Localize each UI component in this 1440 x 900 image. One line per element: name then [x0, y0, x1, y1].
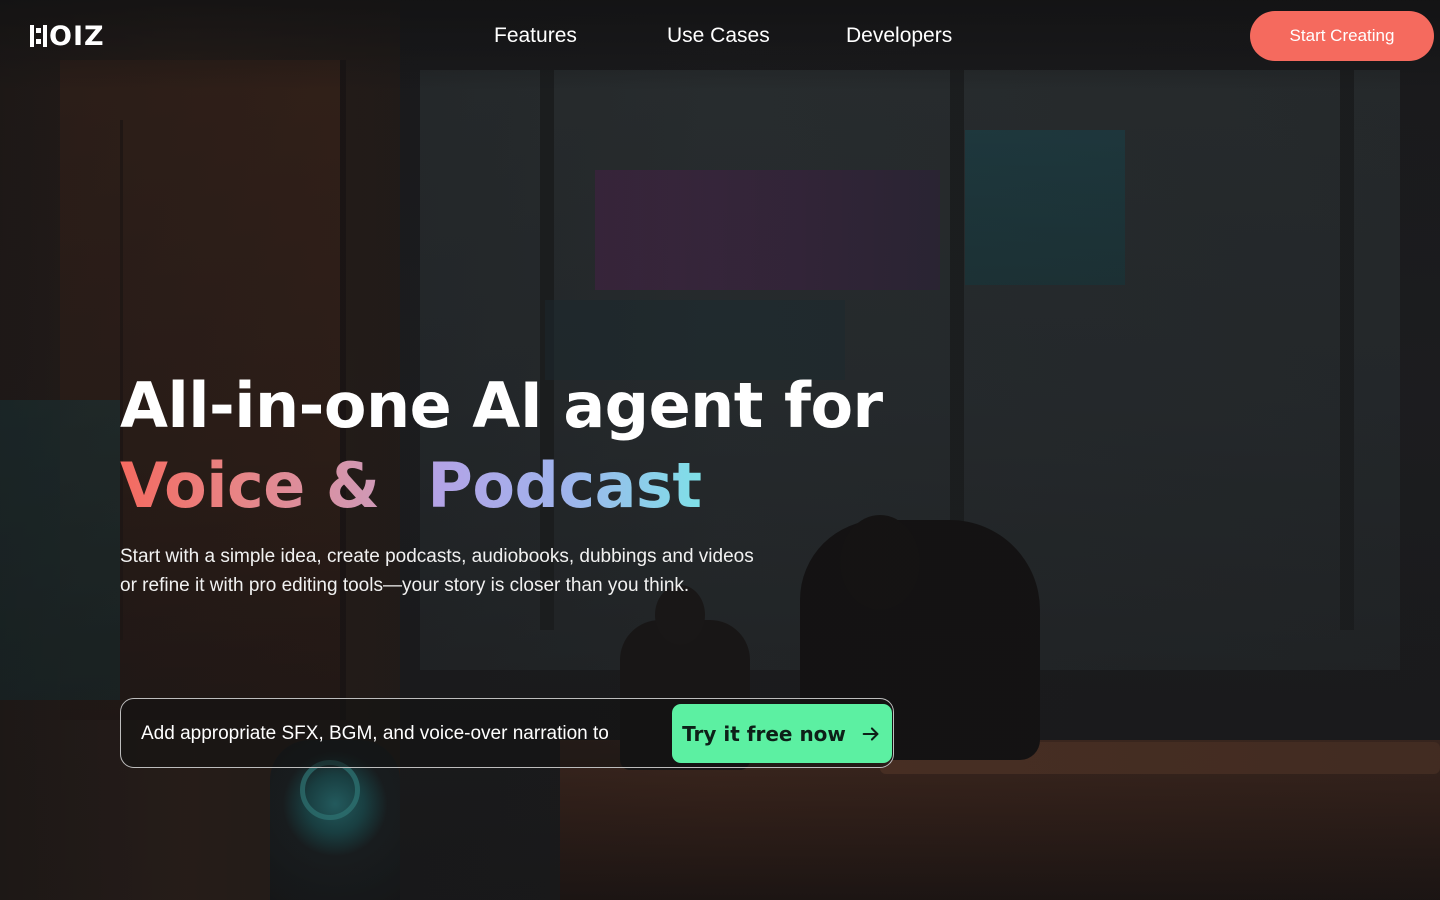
- hero-title-podcast: Podcast: [427, 449, 702, 522]
- hero-title-line1: All-in-one AI agent for: [120, 369, 883, 442]
- try-it-free-button[interactable]: Try it free now: [672, 704, 892, 763]
- nav-link-use-cases[interactable]: Use Cases: [667, 24, 770, 48]
- hero-title-line2: Voice & Podcast: [120, 446, 883, 526]
- start-creating-button[interactable]: Start Creating: [1250, 11, 1434, 61]
- hero-subtitle-line2: or refine it with pro editing tools—your…: [120, 575, 690, 596]
- prompt-box: Try it free now: [120, 698, 894, 768]
- try-it-free-label: Try it free now: [682, 721, 846, 746]
- nav-link-developers[interactable]: Developers: [846, 24, 952, 48]
- logo-text: OIZ: [49, 20, 105, 52]
- top-navigation: OIZ Features Use Cases Developers Start …: [0, 0, 1440, 72]
- hero-title: All-in-one AI agent for Voice & Podcast: [120, 366, 883, 526]
- hero-subtitle: Start with a simple idea, create podcast…: [120, 542, 840, 600]
- hero-subtitle-line1: Start with a simple idea, create podcast…: [120, 546, 754, 567]
- logo-mark-icon: [30, 25, 47, 47]
- hero-title-voice: Voice &: [120, 449, 380, 522]
- logo[interactable]: OIZ: [30, 20, 105, 52]
- prompt-input[interactable]: [139, 699, 655, 768]
- arrow-right-icon: [862, 726, 879, 741]
- nav-link-features[interactable]: Features: [494, 24, 577, 48]
